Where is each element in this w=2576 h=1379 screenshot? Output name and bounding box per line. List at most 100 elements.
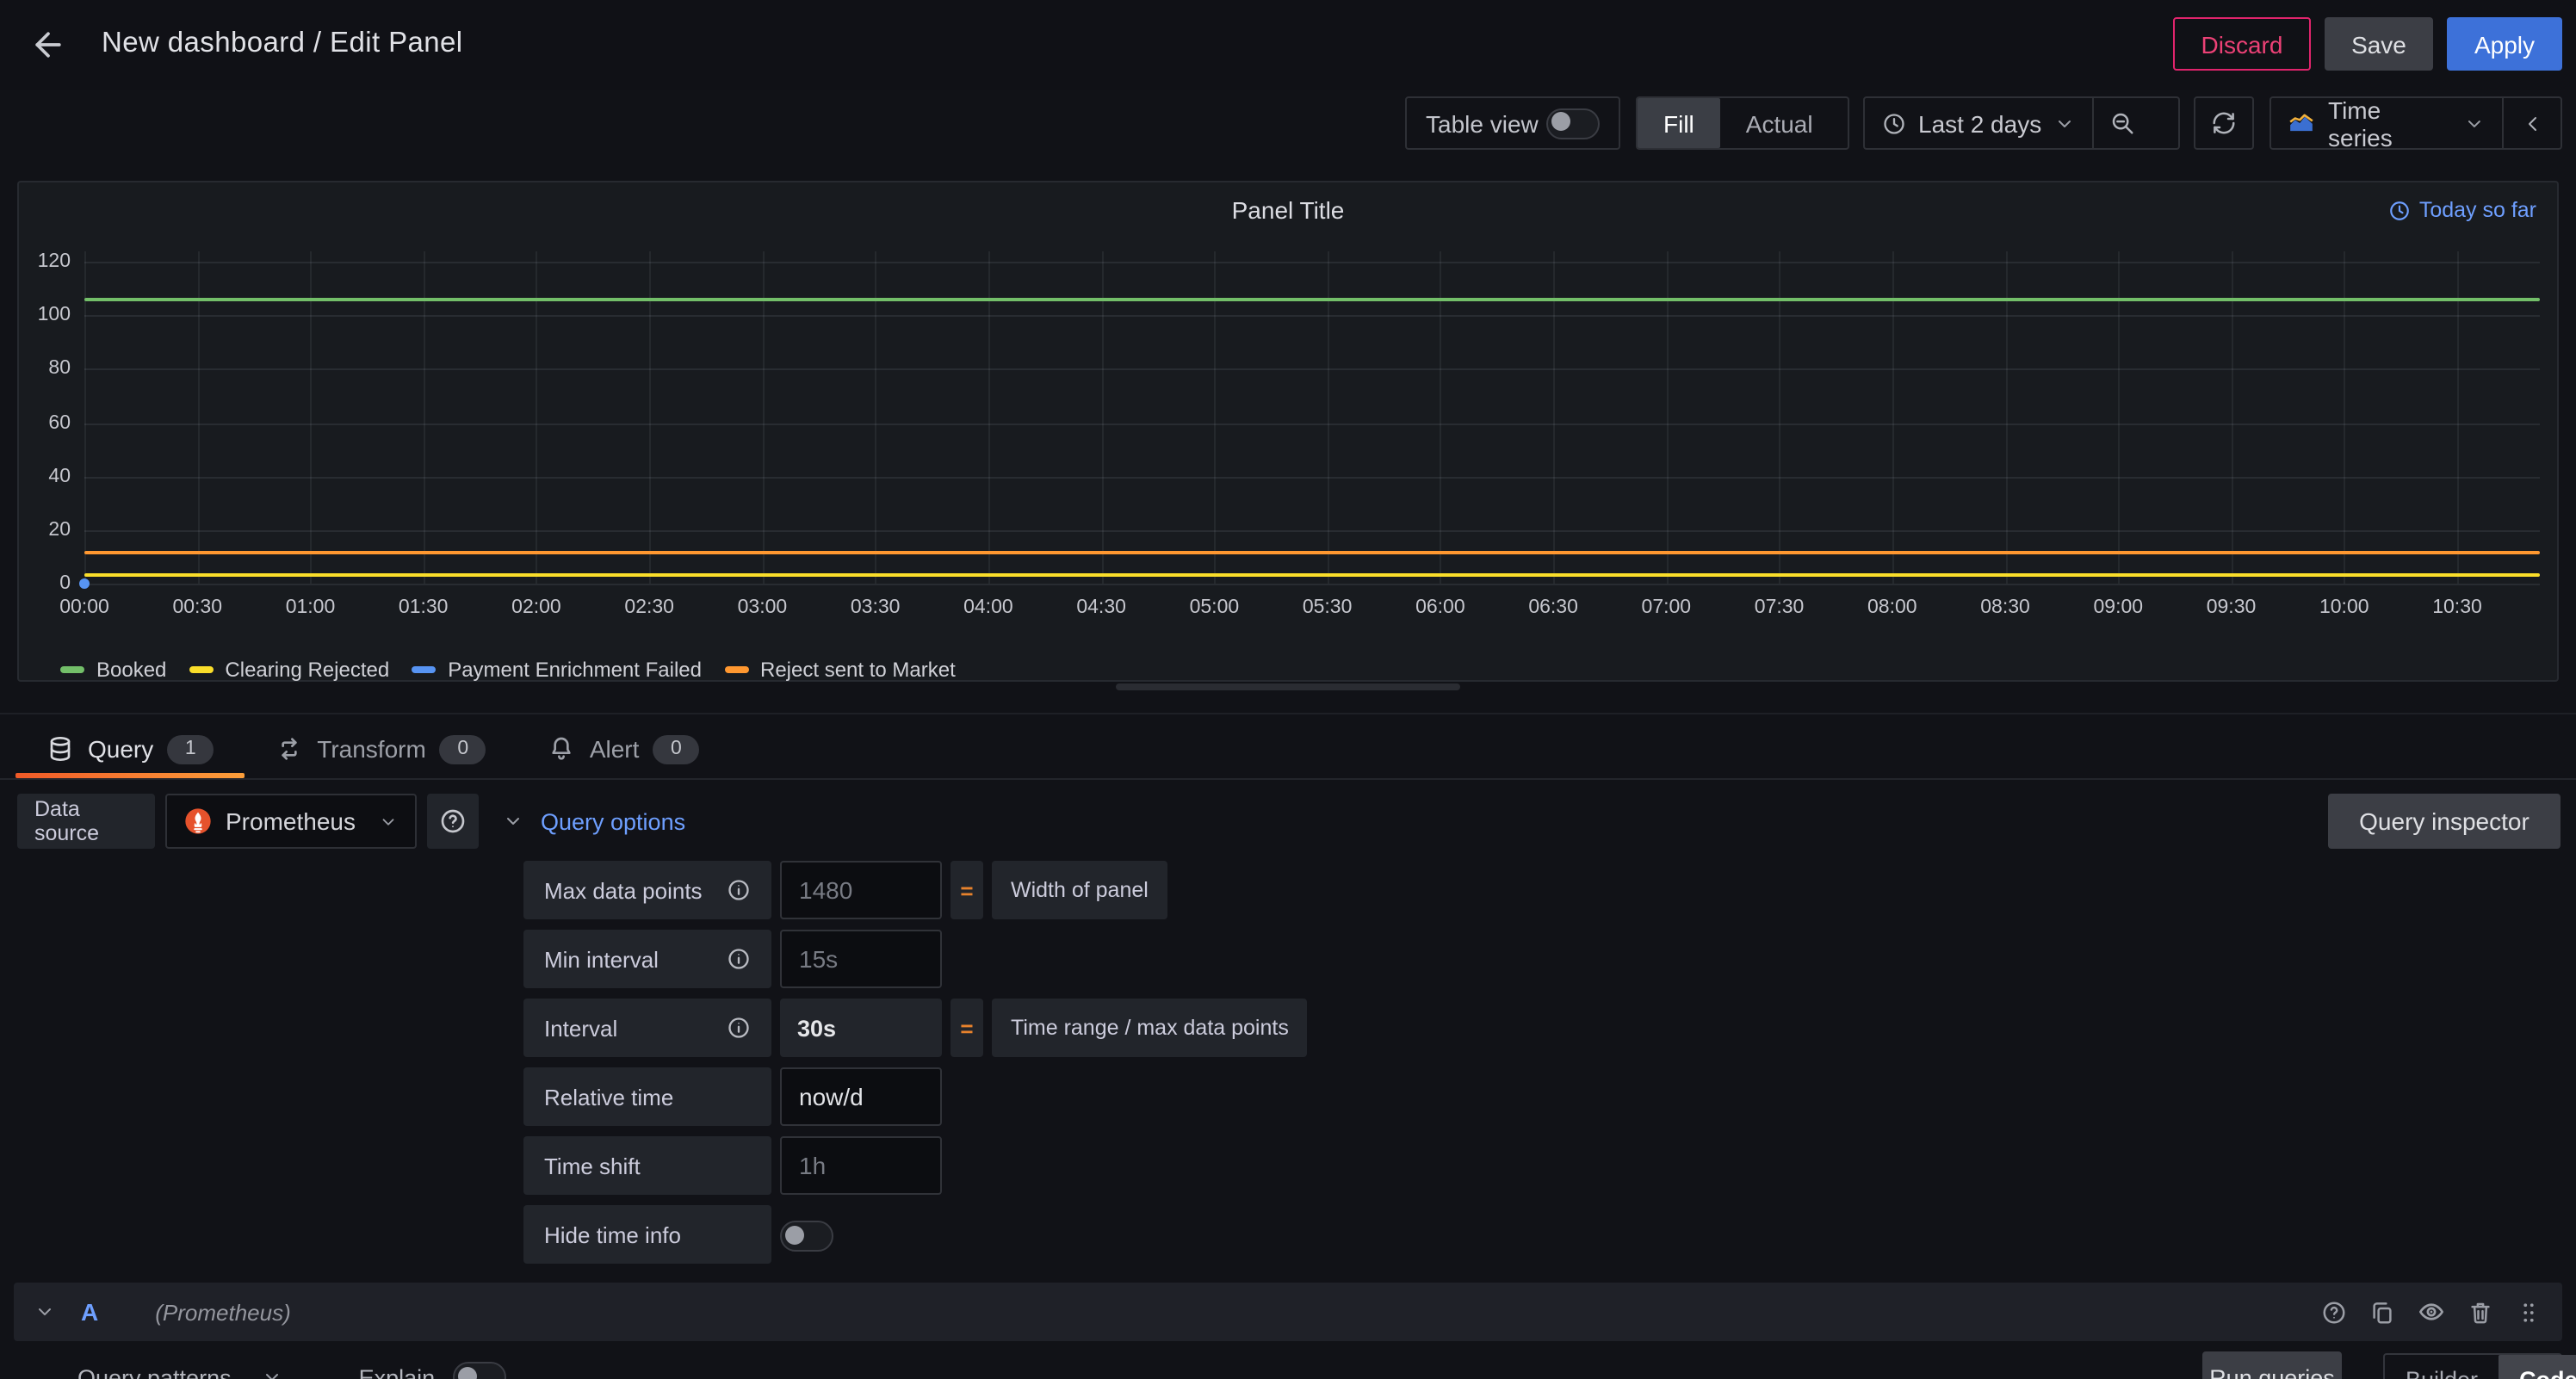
interval-label: Interval — [523, 999, 771, 1057]
explain-toggle[interactable] — [452, 1362, 505, 1379]
time-range-label: Last 2 days — [1918, 109, 2041, 137]
y-axis-tick-label: 100 — [19, 305, 71, 325]
legend-item-payment-enrichment-failed[interactable]: Payment Enrichment Failed — [412, 658, 702, 682]
fill-option[interactable]: Fill — [1638, 98, 1720, 148]
table-view-label: Table view — [1426, 109, 1539, 137]
run-queries-button[interactable]: Run queries — [2202, 1351, 2342, 1379]
page-title: New dashboard / Edit Panel — [102, 28, 463, 60]
delete-query-trash-icon[interactable] — [2468, 1299, 2493, 1325]
refresh-button[interactable] — [2194, 96, 2254, 150]
legend-item-reject-sent-to-market[interactable]: Reject sent to Market — [724, 658, 956, 682]
builder-option[interactable]: Builder — [2385, 1355, 2499, 1379]
help-icon[interactable] — [2321, 1299, 2347, 1325]
collapse-options-chevron-left-icon[interactable] — [2504, 98, 2561, 148]
x-axis-tick-label: 09:30 — [2180, 597, 2283, 618]
legend-swatch — [412, 666, 436, 673]
x-axis-tick-label: 02:30 — [598, 597, 701, 618]
database-icon — [46, 735, 74, 763]
y-axis-tick-label: 0 — [19, 573, 71, 594]
query-inspector-button[interactable]: Query inspector — [2328, 794, 2561, 849]
duplicate-query-icon[interactable] — [2369, 1299, 2395, 1325]
divider — [0, 713, 2576, 714]
zoom-out-button[interactable] — [2093, 98, 2152, 148]
gridline — [536, 251, 538, 584]
info-icon[interactable] — [727, 947, 751, 971]
y-axis-tick-label: 80 — [19, 359, 71, 380]
info-icon[interactable] — [727, 1016, 751, 1040]
gridline — [424, 251, 425, 584]
tab-transform-count: 0 — [440, 734, 486, 764]
apply-button[interactable]: Apply — [2447, 17, 2562, 71]
chart-legend: Booked Clearing Rejected Payment Enrichmen… — [60, 658, 956, 682]
panel-time-badge[interactable]: Today so far — [2388, 198, 2536, 222]
max-data-points-input[interactable] — [780, 861, 942, 919]
info-icon[interactable] — [727, 878, 751, 902]
legend-label: Payment Enrichment Failed — [448, 658, 702, 682]
x-axis-tick-label: 09:00 — [2066, 597, 2170, 618]
visualization-picker[interactable]: Time series — [2271, 98, 2502, 148]
tab-alert-label: Alert — [590, 735, 640, 763]
y-axis-tick-label: 40 — [19, 466, 71, 486]
x-axis-tick-label: 05:00 — [1162, 597, 1266, 618]
max-data-points-label: Max data points — [523, 861, 771, 919]
gridline — [84, 476, 2540, 478]
interval-value: 30s — [780, 999, 942, 1057]
interval-note: Time range / max data points — [992, 999, 1308, 1057]
gridline — [84, 369, 2540, 371]
gridline — [84, 530, 2540, 532]
back-arrow-icon[interactable] — [29, 26, 67, 64]
actual-option[interactable]: Actual — [1720, 98, 1839, 148]
tab-query[interactable]: Query 1 — [15, 720, 245, 778]
drag-handle-icon[interactable] — [2516, 1299, 2542, 1325]
legend-label: Reject sent to Market — [760, 658, 956, 682]
hide-time-info-toggle[interactable] — [780, 1221, 833, 1252]
relative-time-label: Relative time — [523, 1067, 771, 1126]
min-interval-input[interactable] — [780, 930, 942, 988]
equals-badge: = — [951, 861, 983, 919]
series-line-clearing-rejected — [84, 572, 2540, 576]
query-patterns-dropdown[interactable]: Query patterns — [77, 1364, 232, 1379]
time-shift-input[interactable] — [780, 1136, 942, 1195]
datasource-help-button[interactable] — [427, 794, 479, 849]
y-axis-tick-label: 20 — [19, 520, 71, 541]
gridline — [2118, 251, 2120, 584]
x-axis-tick-label: 07:00 — [1614, 597, 1718, 618]
max-data-points-note: Width of panel — [992, 861, 1167, 919]
legend-item-booked[interactable]: Booked — [60, 658, 166, 682]
x-axis-tick-label: 07:30 — [1728, 597, 1831, 618]
grafana-edit-panel: New dashboard / Edit Panel Discard Save … — [0, 0, 2576, 1379]
time-shift-label: Time shift — [523, 1136, 771, 1195]
gridline — [988, 251, 990, 584]
gridline — [84, 423, 2540, 424]
series-line-booked — [84, 298, 2540, 301]
tab-query-count: 1 — [167, 734, 214, 764]
editor-resize-handle[interactable] — [1116, 683, 1460, 690]
query-options-header[interactable]: Query options — [503, 794, 685, 849]
x-axis-tick-label: 01:00 — [258, 597, 362, 618]
bell-icon — [548, 735, 576, 763]
x-axis-tick-label: 05:30 — [1276, 597, 1379, 618]
panel-toolbar: Table view Fill Actual Last 2 days — [0, 96, 2562, 150]
time-range-group: Last 2 days — [1863, 96, 2180, 150]
code-option[interactable]: Code — [2499, 1355, 2576, 1379]
tab-alert[interactable]: Alert 0 — [517, 720, 731, 778]
datasource-label: Data source — [17, 794, 155, 849]
toggle-visibility-eye-icon[interactable] — [2418, 1298, 2445, 1326]
gridline — [197, 251, 199, 584]
datasource-picker[interactable]: Prometheus — [165, 794, 417, 849]
relative-time-input[interactable] — [780, 1067, 942, 1126]
tab-transform[interactable]: Transform 0 — [245, 720, 517, 778]
table-view-toggle[interactable] — [1546, 108, 1600, 139]
gridline — [84, 584, 2540, 585]
hide-time-info-label: Hide time info — [523, 1205, 771, 1264]
discard-button[interactable]: Discard — [2173, 17, 2311, 71]
gridline — [310, 251, 312, 584]
time-range-picker[interactable]: Last 2 days — [1865, 98, 2091, 148]
x-axis-tick-label: 02:00 — [485, 597, 588, 618]
editor-tabs: Query 1 Transform 0 Alert 0 — [15, 720, 730, 778]
legend-item-clearing-rejected[interactable]: Clearing Rejected — [189, 658, 389, 682]
x-axis-tick-label: 10:00 — [2293, 597, 2396, 618]
query-row-a[interactable]: A (Prometheus) — [14, 1283, 2562, 1341]
collapse-query-chevron-icon[interactable] — [34, 1302, 55, 1322]
save-button[interactable]: Save — [2325, 17, 2433, 71]
